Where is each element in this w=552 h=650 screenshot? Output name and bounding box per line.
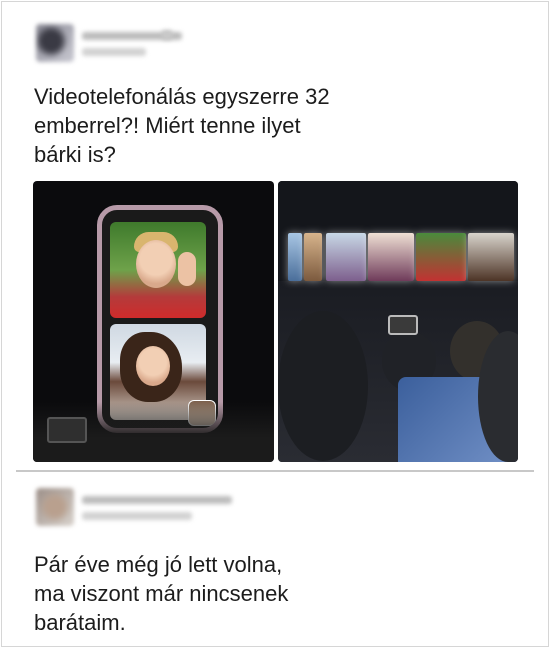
audience-member — [278, 311, 368, 461]
author-meta-blurred — [82, 48, 146, 56]
stage-video-tile — [368, 233, 414, 281]
stage-video-tile — [326, 233, 366, 281]
original-post: Videotelefonálás egyszerre 32 emberrel?!… — [0, 0, 552, 470]
audience-phone-icon — [388, 315, 418, 335]
stage-video-tile — [416, 233, 466, 281]
photo-phone-group-facetime[interactable] — [33, 181, 274, 462]
reply-author-blurred — [36, 488, 236, 532]
stage-video-tile — [468, 233, 514, 281]
post-text: Videotelefonálás egyszerre 32 emberrel?!… — [34, 82, 514, 169]
reply-post: Pár éve még jó lett volna, ma viszont má… — [0, 472, 552, 650]
audience-phone-icon — [47, 417, 87, 443]
avatar[interactable] — [36, 24, 74, 62]
photo-keynote-stage[interactable] — [278, 181, 518, 462]
reply-text: Pár éve még jó lett volna, ma viszont má… — [34, 550, 514, 637]
stage-video-tile — [304, 233, 322, 281]
post-author-blurred — [36, 24, 236, 68]
author-name-blurred[interactable] — [82, 496, 232, 504]
reply-text-line: Pár éve még jó lett volna, — [34, 552, 283, 577]
author-meta-blurred — [82, 512, 192, 520]
reply-text-line: ma viszont már nincsenek — [34, 581, 289, 606]
blurred-badge — [162, 30, 172, 40]
post-text-line: Videotelefonálás egyszerre 32 — [34, 84, 330, 109]
post-text-line: bárki is? — [34, 142, 116, 167]
avatar[interactable] — [36, 488, 74, 526]
video-tile-smiling-man — [110, 222, 206, 318]
reply-text-line: barátaim. — [34, 610, 126, 635]
post-text-line: emberrel?! Miért tenne ilyet — [34, 113, 301, 138]
phone-illustration — [97, 205, 223, 433]
stage-video-tile — [288, 233, 302, 281]
